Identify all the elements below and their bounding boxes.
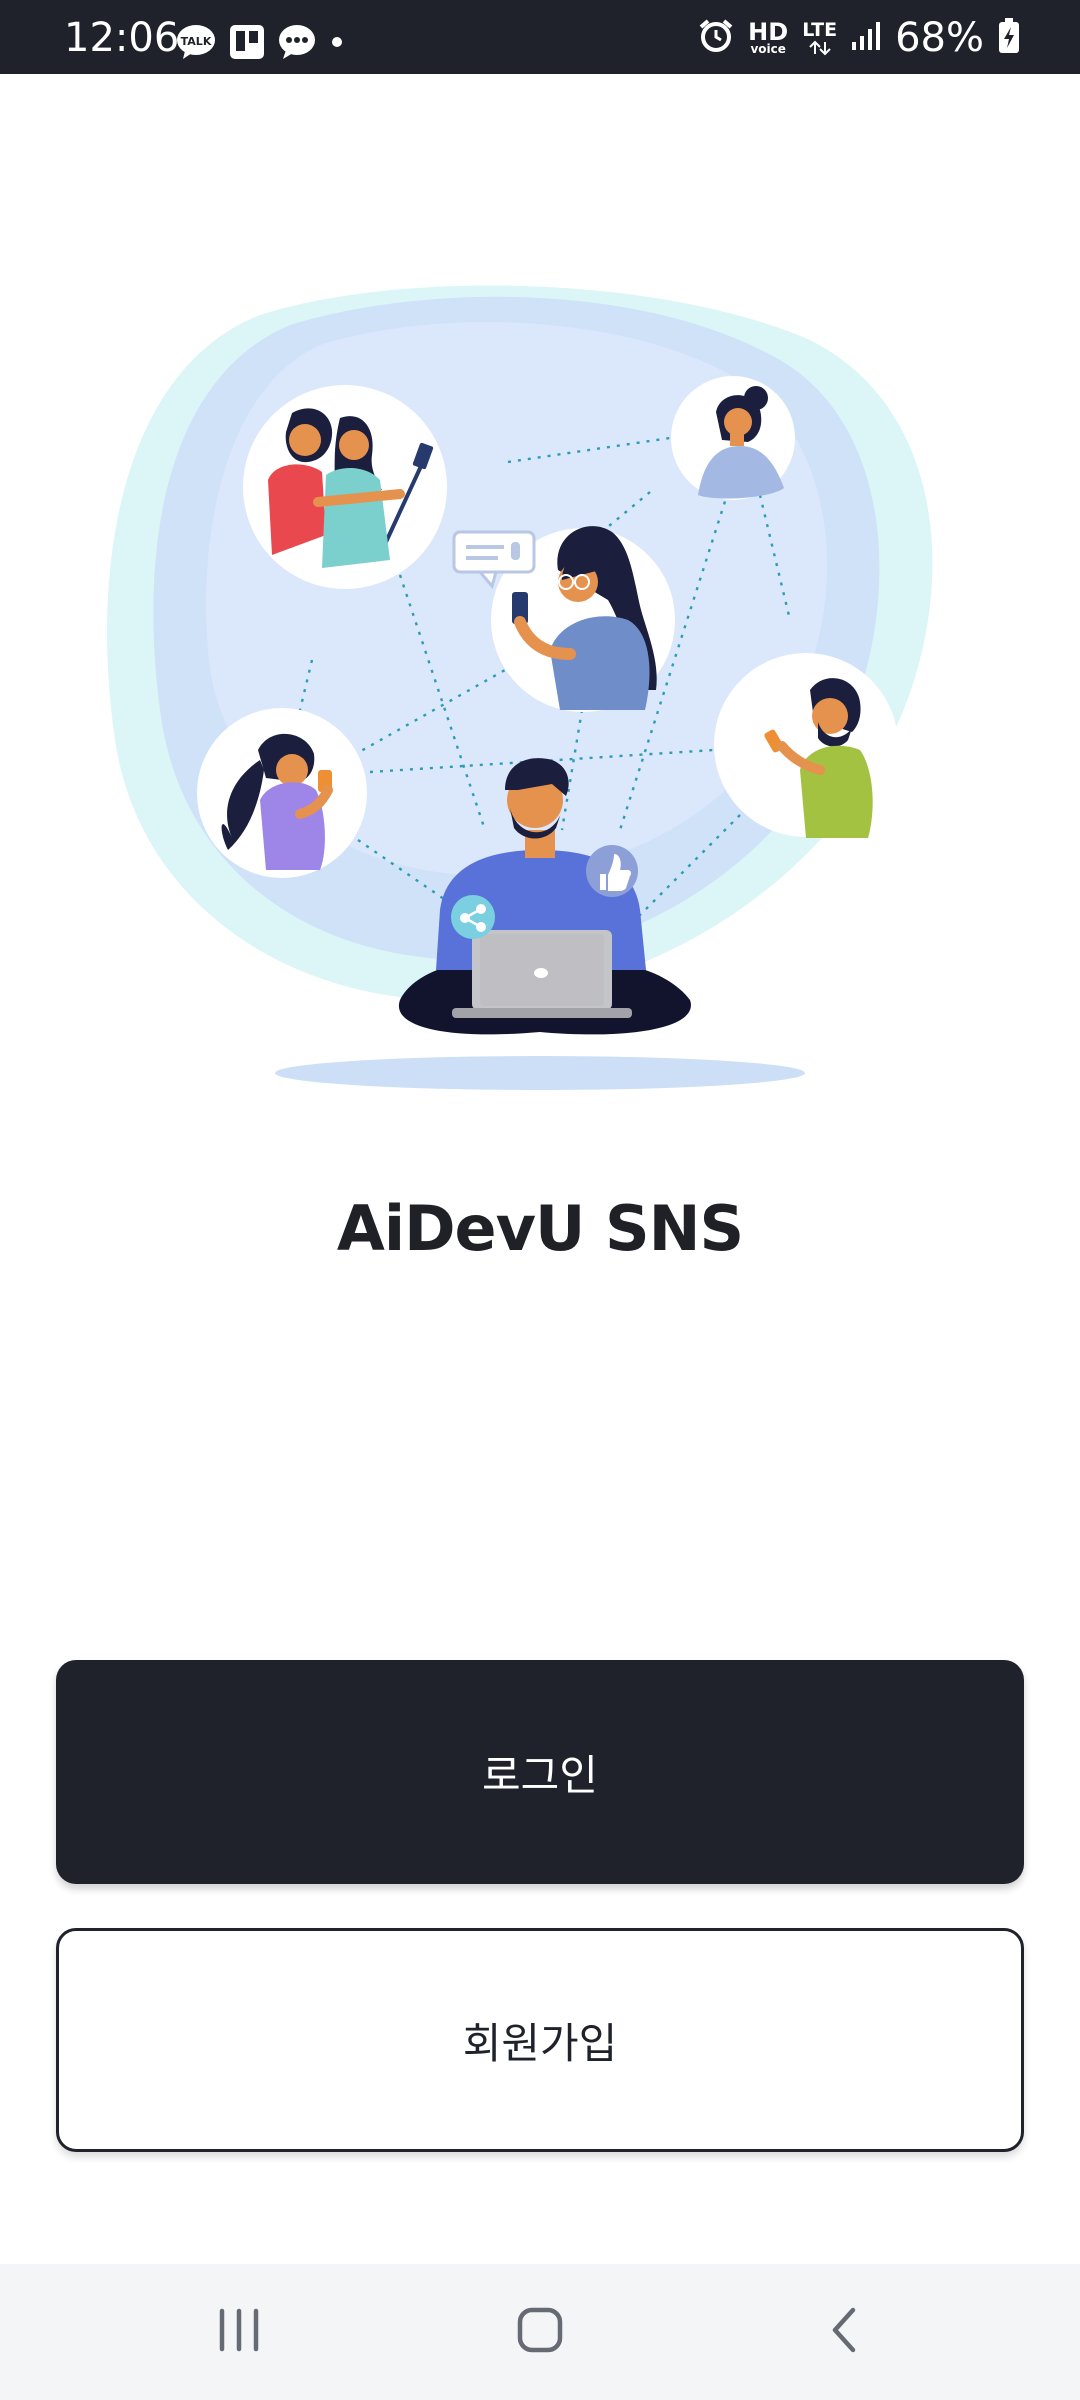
- like-bubble: [586, 845, 638, 897]
- kakaotalk-icon: TALK: [176, 24, 216, 65]
- lte-label: LTE: [802, 19, 838, 41]
- avatar-couple-selfie: [243, 385, 447, 589]
- voice-label: voice: [750, 42, 786, 56]
- login-button[interactable]: 로그인: [56, 1660, 1024, 1884]
- signup-button-label: 회원가입: [462, 2018, 618, 2068]
- recent-apps-button[interactable]: [194, 2294, 284, 2370]
- app-title: AiDevU SNS: [336, 1192, 744, 1265]
- status-bar: 12:06 TALK HD voice LTE 68%: [0, 0, 1080, 74]
- avatar-woman-ponytail: [197, 708, 367, 878]
- signup-button[interactable]: 회원가입: [56, 1928, 1024, 2152]
- back-button[interactable]: [800, 2294, 890, 2370]
- battery-charging-icon: [998, 17, 1020, 59]
- home-button[interactable]: [495, 2294, 585, 2370]
- chat-icon: [278, 24, 316, 65]
- trello-icon: [230, 24, 264, 64]
- status-right: HD voice LTE 68%: [698, 14, 1020, 62]
- alarm-icon: [698, 18, 734, 59]
- battery-percentage: 68%: [895, 15, 984, 61]
- navigation-bar: [0, 2264, 1080, 2400]
- login-button-label: 로그인: [482, 1750, 598, 1800]
- hero-illustration: [100, 270, 950, 1110]
- back-icon: [825, 2306, 865, 2359]
- hd-label: HD: [748, 18, 789, 46]
- notification-icons: TALK: [176, 24, 344, 64]
- ground-shadow: [275, 1056, 805, 1090]
- dot-icon: [330, 35, 344, 54]
- recent-apps-icon: [216, 2307, 262, 2358]
- svg-text:TALK: TALK: [181, 35, 212, 48]
- signal-icon: [851, 20, 881, 57]
- home-icon: [516, 2306, 564, 2359]
- hd-voice-icon: HD voice: [748, 18, 789, 56]
- avatar-woman-bun: [671, 376, 795, 500]
- avatar-man-green: [714, 653, 898, 838]
- status-time: 12:06: [64, 15, 180, 61]
- share-bubble: [451, 895, 495, 939]
- lte-icon: LTE: [802, 20, 837, 56]
